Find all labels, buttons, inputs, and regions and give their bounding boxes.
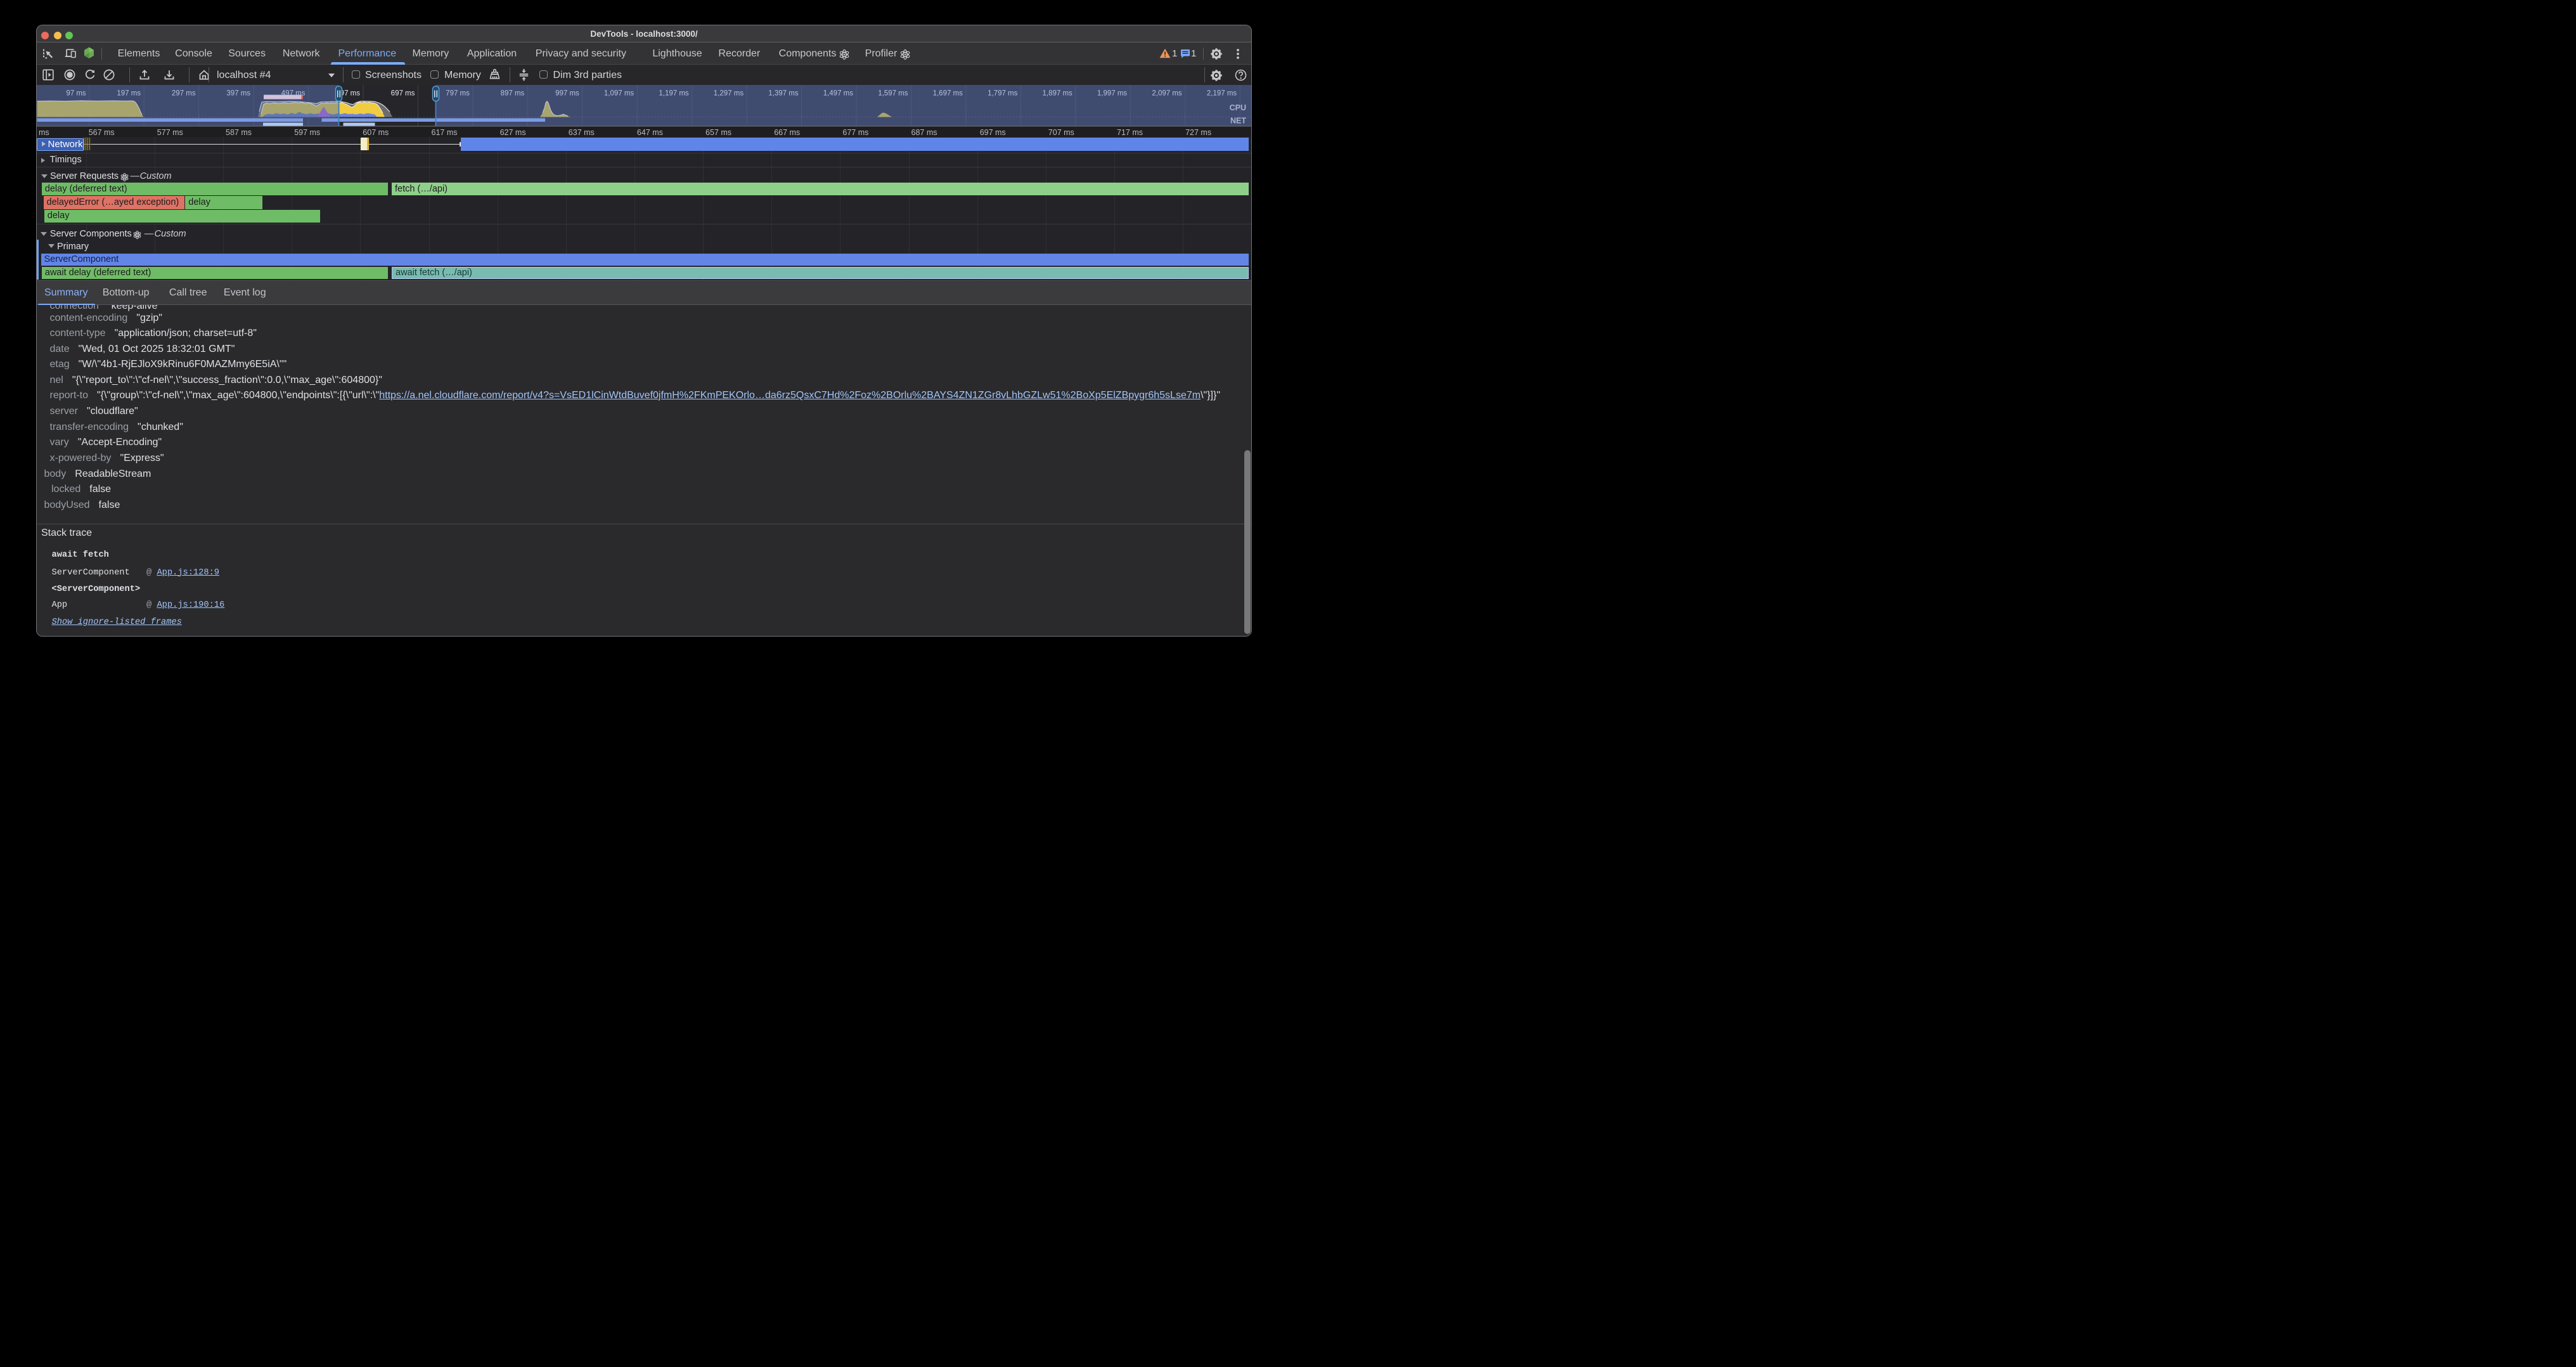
svg-text:497 ms: 497 ms xyxy=(281,90,306,98)
svg-text:1,197 ms: 1,197 ms xyxy=(659,90,689,98)
svg-text:997 ms: 997 ms xyxy=(555,90,579,98)
svg-text:1,797 ms: 1,797 ms xyxy=(988,90,1018,98)
svg-text:2,197 ms: 2,197 ms xyxy=(1207,90,1237,98)
svg-text:897 ms: 897 ms xyxy=(501,90,525,98)
svg-text:1,997 ms: 1,997 ms xyxy=(1097,90,1128,98)
svg-text:2,097 ms: 2,097 ms xyxy=(1152,90,1182,98)
svg-text:1,697 ms: 1,697 ms xyxy=(933,90,963,98)
svg-text:1,897 ms: 1,897 ms xyxy=(1042,90,1072,98)
svg-text:NET: NET xyxy=(1230,117,1246,126)
svg-text:1,397 ms: 1,397 ms xyxy=(768,90,799,98)
svg-text:1,097 ms: 1,097 ms xyxy=(604,90,634,98)
svg-text:1,297 ms: 1,297 ms xyxy=(714,90,744,98)
svg-text:397 ms: 397 ms xyxy=(226,90,250,98)
svg-text:797 ms: 797 ms xyxy=(446,90,470,98)
svg-text:97 ms: 97 ms xyxy=(66,90,86,98)
svg-text:697 ms: 697 ms xyxy=(391,90,415,98)
svg-text:197 ms: 197 ms xyxy=(117,90,141,98)
svg-text:1,597 ms: 1,597 ms xyxy=(878,90,908,98)
svg-text:1,497 ms: 1,497 ms xyxy=(823,90,854,98)
svg-text:CPU: CPU xyxy=(1230,103,1246,112)
svg-text:297 ms: 297 ms xyxy=(172,90,196,98)
